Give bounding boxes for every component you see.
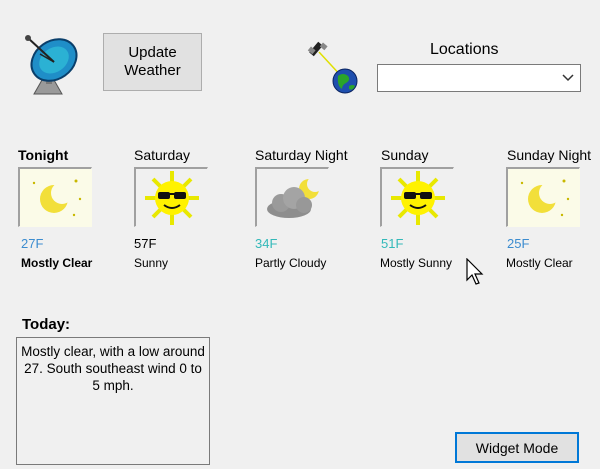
period-icon-frame bbox=[18, 167, 92, 227]
period-condition: Partly Cloudy bbox=[255, 256, 327, 270]
update-weather-label: Update Weather bbox=[124, 44, 181, 79]
period-name: Saturday Night bbox=[255, 147, 348, 163]
period-condition: Mostly Clear bbox=[21, 256, 93, 270]
cloud-moon-icon bbox=[257, 169, 329, 227]
period-temp: 34F bbox=[255, 236, 278, 251]
sun-sunglasses-icon bbox=[382, 169, 454, 227]
locations-label: Locations bbox=[430, 41, 499, 58]
period-icon-frame bbox=[506, 167, 580, 227]
widget-mode-button[interactable]: Widget Mode bbox=[455, 432, 579, 463]
widget-mode-label: Widget Mode bbox=[475, 439, 559, 456]
today-description: Mostly clear, with a low around 27. Sout… bbox=[16, 337, 210, 465]
period-name: Saturday bbox=[134, 147, 191, 163]
period-condition: Mostly Clear bbox=[506, 256, 573, 270]
period-name: Sunday bbox=[381, 147, 429, 163]
satellite-globe-icon bbox=[307, 41, 358, 94]
period-temp: 51F bbox=[381, 236, 404, 251]
locations-dropdown[interactable] bbox=[377, 64, 581, 92]
moon-icon bbox=[508, 169, 580, 227]
period-name: Tonight bbox=[18, 147, 69, 163]
period-condition: Mostly Sunny bbox=[380, 256, 453, 270]
moon-icon bbox=[20, 169, 92, 227]
satellite-dish-icon bbox=[25, 35, 78, 95]
period-icon-frame bbox=[255, 167, 329, 227]
period-temp: 25F bbox=[507, 236, 530, 251]
period-icon-frame bbox=[134, 167, 208, 227]
period-icon-frame bbox=[380, 167, 454, 227]
period-name: Sunday Night bbox=[507, 147, 592, 163]
period-temp: 27F bbox=[21, 236, 44, 251]
today-label: Today: bbox=[22, 316, 71, 333]
period-temp: 57F bbox=[134, 236, 157, 251]
sun-sunglasses-icon bbox=[136, 169, 208, 227]
period-condition: Sunny bbox=[134, 256, 169, 270]
update-weather-button[interactable]: Update Weather bbox=[103, 33, 202, 91]
cursor-icon bbox=[466, 258, 484, 285]
chevron-down-icon[interactable] bbox=[562, 74, 574, 82]
